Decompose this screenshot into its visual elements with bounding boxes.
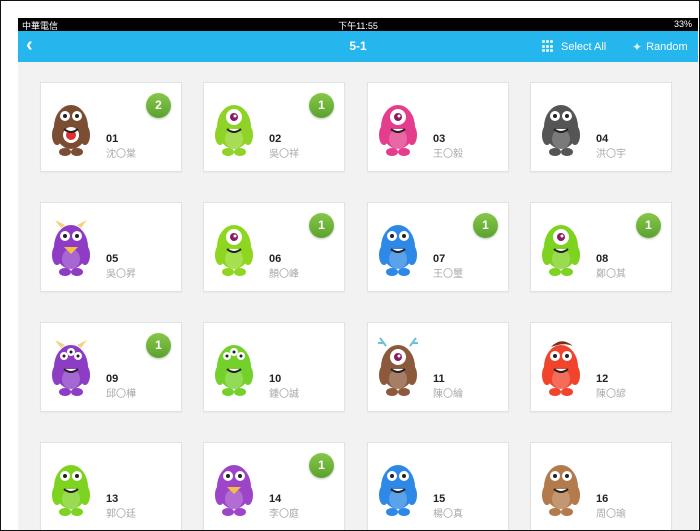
student-number: 01: [106, 133, 119, 145]
student-name: 邱〇樺: [106, 389, 136, 400]
student-number: 07: [433, 253, 446, 265]
student-card[interactable]: 15 楊〇真: [367, 442, 509, 530]
monster-avatar-icon: [49, 456, 93, 518]
student-card[interactable]: 03 王〇毅: [367, 82, 509, 172]
student-name: 吳〇昇: [106, 269, 136, 280]
student-card-grid: 01 沈〇棠 2 02 吳〇祥 1 03 王〇毅 04 洪〇宇 05 吳〇昇 0…: [18, 62, 698, 530]
student-number: 09: [106, 373, 119, 385]
battery-percentage: 33%: [673, 19, 692, 29]
ipad-screen: 中華電信 下午11:55 33% ‹ 5-1 Select All ✦ Rand…: [18, 18, 698, 530]
student-number: 12: [596, 373, 609, 385]
monster-avatar-icon: [49, 96, 93, 158]
student-name: 顏〇峰: [269, 269, 299, 280]
student-card[interactable]: 13 郭〇廷: [40, 442, 182, 530]
student-card[interactable]: 10 鍾〇誠: [203, 322, 345, 412]
monster-avatar-icon: [212, 336, 256, 398]
student-number: 13: [106, 493, 119, 505]
status-bar: 中華電信 下午11:55 33%: [18, 18, 698, 31]
student-card[interactable]: 05 吳〇昇: [40, 202, 182, 292]
points-badge: 1: [473, 213, 498, 238]
student-name: 沈〇棠: [106, 149, 136, 160]
student-card[interactable]: 01 沈〇棠 2: [40, 82, 182, 172]
student-card[interactable]: 08 鄭〇其 1: [530, 202, 672, 292]
points-badge: 1: [309, 213, 334, 238]
student-name: 郭〇廷: [106, 509, 136, 520]
grid-icon: [542, 40, 555, 53]
monster-avatar-icon: [376, 216, 420, 278]
student-number: 08: [596, 253, 609, 265]
select-all-button[interactable]: Select All: [542, 40, 606, 53]
student-card[interactable]: 11 陳〇綸: [367, 322, 509, 412]
monster-avatar-icon: [212, 96, 256, 158]
student-name: 王〇璽: [433, 269, 463, 280]
screenshot-frame: 中華電信 下午11:55 33% ‹ 5-1 Select All ✦ Rand…: [0, 0, 700, 531]
student-number: 10: [269, 373, 282, 385]
monster-avatar-icon: [212, 216, 256, 278]
monster-avatar-icon: [49, 216, 93, 278]
student-name: 楊〇真: [433, 509, 463, 520]
student-card[interactable]: 14 李〇庭 1: [203, 442, 345, 530]
monster-avatar-icon: [376, 456, 420, 518]
monster-avatar-icon: [49, 336, 93, 398]
student-name: 陳〇諺: [596, 389, 626, 400]
student-number: 05: [106, 253, 119, 265]
student-name: 王〇毅: [433, 149, 463, 160]
student-name: 周〇瑜: [596, 509, 626, 520]
student-card[interactable]: 07 王〇璽 1: [367, 202, 509, 292]
points-badge: 1: [309, 453, 334, 478]
monster-avatar-icon: [539, 96, 583, 158]
student-number: 15: [433, 493, 446, 505]
student-name: 吳〇祥: [269, 149, 299, 160]
student-number: 14: [269, 493, 282, 505]
monster-avatar-icon: [376, 96, 420, 158]
monster-avatar-icon: [376, 336, 420, 398]
points-badge: 1: [309, 93, 334, 118]
monster-avatar-icon: [539, 216, 583, 278]
student-number: 11: [433, 373, 445, 385]
student-name: 鍾〇誠: [269, 389, 299, 400]
top-navigation-bar: ‹ 5-1 Select All ✦ Random: [18, 31, 698, 62]
student-name: 陳〇綸: [433, 389, 463, 400]
monster-avatar-icon: [212, 456, 256, 518]
random-label: Random: [646, 41, 688, 53]
student-card[interactable]: 12 陳〇諺: [530, 322, 672, 412]
student-name: 李〇庭: [269, 509, 299, 520]
student-number: 06: [269, 253, 282, 265]
student-number: 16: [596, 493, 609, 505]
student-number: 02: [269, 133, 282, 145]
student-name: 鄭〇其: [596, 269, 626, 280]
student-card[interactable]: 04 洪〇宇: [530, 82, 672, 172]
student-number: 04: [596, 133, 609, 145]
student-card[interactable]: 02 吳〇祥 1: [203, 82, 345, 172]
points-badge: 2: [146, 93, 171, 118]
monster-avatar-icon: [539, 336, 583, 398]
points-badge: 1: [146, 333, 171, 358]
random-button[interactable]: ✦ Random: [632, 40, 688, 54]
monster-avatar-icon: [539, 456, 583, 518]
student-card[interactable]: 06 顏〇峰 1: [203, 202, 345, 292]
student-number: 03: [433, 133, 446, 145]
magic-wand-icon: ✦: [632, 40, 643, 54]
points-badge: 1: [636, 213, 661, 238]
student-name: 洪〇宇: [596, 149, 626, 160]
select-all-label: Select All: [561, 40, 607, 53]
student-card[interactable]: 16 周〇瑜: [530, 442, 672, 530]
student-card[interactable]: 09 邱〇樺 1: [40, 322, 182, 412]
